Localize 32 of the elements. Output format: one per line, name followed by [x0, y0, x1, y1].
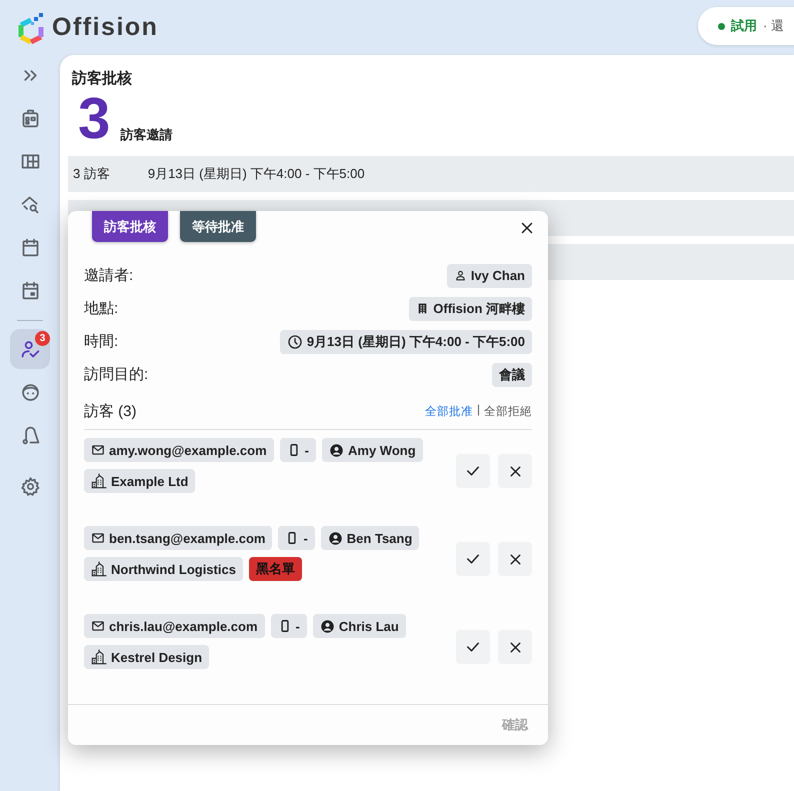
detail-label: 地點: [84, 299, 118, 318]
detail-label: 時間: [84, 332, 118, 351]
phone-chip: - [278, 526, 315, 550]
phone-chip: - [270, 614, 307, 638]
email-chip: ben.tsang@example.com [84, 526, 272, 550]
phone-chip: - [280, 438, 316, 462]
name-chip: Amy Wong [322, 438, 423, 462]
visit-time: 9月13日 (星期日) 下午4:00 - 下午5:00 [148, 165, 365, 183]
email-chip: chris.lau@example.com [84, 614, 265, 638]
detail-chip: Offision 河畔樓 [409, 296, 532, 320]
company-chip: Northwind Logistics [84, 557, 243, 581]
detail-chip: 9月13日 (星期日) 下午4:00 - 下午5:00 [280, 330, 532, 354]
detail-chip: Ivy Chan [446, 264, 532, 288]
logo-text: Offision [52, 13, 158, 42]
separator-text: | [477, 404, 480, 418]
count-label: 訪客邀請 [120, 126, 172, 144]
email-chip: amy.wong@example.com [84, 438, 274, 462]
status-chip: 訪客批核 [92, 211, 168, 242]
visitor-count: 3 訪客 [73, 165, 110, 183]
section-title: 訪客 (3) [84, 402, 136, 421]
detail-label: 邀請者: [84, 266, 134, 285]
status-chip: 等待批准 [180, 211, 256, 242]
count-badge: 3 [35, 331, 50, 346]
name-chip: Chris Lau [312, 614, 406, 638]
invitation-count: 3 [78, 94, 110, 144]
blacklist-tag: 黑名單 [248, 557, 302, 581]
page-title: 訪客批核 [72, 69, 132, 88]
company-chip: Example Ltd [84, 469, 196, 493]
company-chip: Kestrel Design [84, 645, 210, 669]
detail-chip: 會議 [492, 362, 532, 386]
detail-label: 訪問目的: [84, 365, 148, 384]
name-chip: Ben Tsang [320, 526, 420, 550]
